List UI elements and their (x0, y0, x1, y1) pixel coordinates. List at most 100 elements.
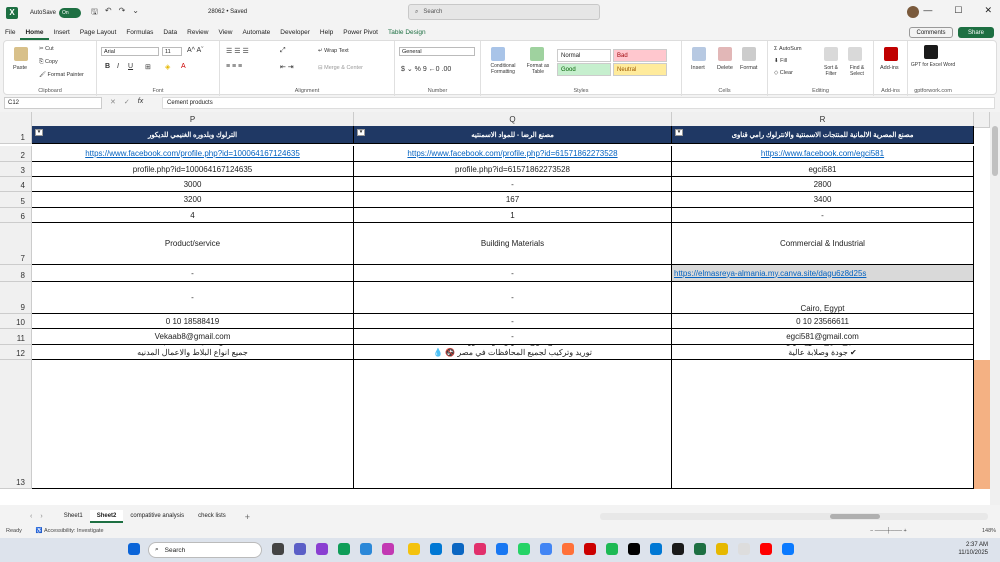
share-button[interactable]: Share (958, 27, 994, 38)
avatar[interactable] (907, 6, 919, 18)
style-normal[interactable]: Normal (557, 49, 611, 62)
app-icon[interactable] (316, 543, 328, 555)
spotify-icon[interactable] (606, 543, 618, 555)
find-select-button[interactable]: Find & Select (845, 65, 869, 77)
tab-developer[interactable]: Developer (275, 25, 315, 40)
sheet-nav-right-icon[interactable]: › (40, 513, 42, 520)
table-cell[interactable]: https://elmasreya-almania.my.canva.site/… (672, 265, 974, 282)
font-name-select[interactable]: Arial (101, 47, 159, 56)
insert-button[interactable]: Insert (691, 65, 705, 71)
vertical-scrollbar[interactable] (990, 112, 1000, 505)
style-good[interactable]: Good (557, 63, 611, 76)
sort-filter-button[interactable]: Sort & Filter (820, 65, 842, 77)
table-cell[interactable]: 2800 (672, 177, 974, 192)
teams-icon[interactable] (294, 543, 306, 555)
table-cell[interactable]: Commercial & Industrial (672, 223, 974, 265)
table-cell[interactable]: 1 (354, 208, 672, 223)
tab-insert[interactable]: Insert (49, 25, 75, 40)
row-header-6[interactable]: 6 (0, 208, 32, 223)
delete-button[interactable]: Delete (717, 65, 733, 71)
table-cell[interactable]: 167 (354, 192, 672, 208)
number-format-select[interactable]: General (399, 47, 475, 56)
row-header-1[interactable]: 1 (0, 126, 32, 144)
formula-input[interactable]: Cement products (162, 97, 995, 109)
addins-button[interactable]: Add-ins (880, 65, 899, 71)
chrome-icon[interactable] (540, 543, 552, 555)
format-as-table-icon[interactable] (530, 47, 544, 61)
taskbar-search[interactable]: ⌕ Search (148, 542, 262, 558)
row-header-2[interactable]: 2 (0, 146, 32, 162)
font-color-icon[interactable]: A (181, 63, 186, 70)
table-cell[interactable]: - (32, 265, 354, 282)
horizontal-scroll-thumb[interactable] (830, 514, 880, 519)
table-cell[interactable]: - (354, 177, 672, 192)
fx-icon[interactable]: fx (138, 98, 143, 106)
table-cell[interactable]: 0 10 23566611 (672, 314, 974, 329)
row-header-11[interactable]: 11 (0, 329, 32, 345)
row-header-13[interactable]: 13 (0, 360, 32, 489)
table-cell[interactable]: Vekaab8@gmail.com (32, 329, 354, 345)
row-header-7[interactable]: 7 (0, 223, 32, 265)
table-header[interactable]: مصنع الرضا - للمواد الاسمنتيه ▾ (354, 126, 672, 144)
store-icon[interactable] (382, 543, 394, 555)
accessibility-status[interactable]: ♿ Accessibility: Investigate (36, 528, 104, 534)
app-icon-4[interactable] (738, 543, 750, 555)
sheet-tab-sheet1[interactable]: Sheet1 (57, 510, 90, 523)
font-size-select[interactable]: 11 (162, 47, 182, 56)
grow-font-icon[interactable]: A^ Aˇ (187, 47, 204, 54)
currency-icon[interactable]: $ ⌄ % 9 ←0 .00 (401, 65, 451, 73)
undo-icon[interactable]: ↶ (105, 6, 112, 20)
filter-dropdown-icon[interactable]: ▾ (35, 129, 43, 136)
autosum-button[interactable]: Σ AutoSum (774, 46, 802, 52)
fill-button[interactable]: ⬇ Fill (774, 58, 787, 64)
sheet-tab-sheet2[interactable]: Sheet2 (89, 510, 124, 523)
zoom-level[interactable]: 148% (982, 528, 996, 534)
format-cells-icon[interactable] (742, 47, 756, 61)
edge-icon[interactable] (338, 543, 350, 555)
tab-data[interactable]: Data (158, 25, 182, 40)
powerbi-icon[interactable] (716, 543, 728, 555)
name-box[interactable]: C12 (4, 97, 102, 109)
firefox-icon[interactable] (562, 543, 574, 555)
merge-center-button[interactable]: ⊟ Merge & Center (318, 65, 363, 71)
tab-help[interactable]: Help (315, 25, 338, 40)
row-header-12[interactable]: 12 (0, 345, 32, 360)
gpt-icon[interactable] (924, 45, 938, 59)
orientation-icon[interactable]: ⤢ (280, 47, 286, 55)
style-bad[interactable]: Bad (613, 49, 667, 62)
row-header-4[interactable]: 4 (0, 177, 32, 192)
format-painter-button[interactable]: 🖌 Format Painter (39, 72, 84, 78)
filter-dropdown-icon[interactable]: ▾ (675, 129, 683, 136)
table-cell[interactable]: - (354, 329, 672, 345)
addins-icon[interactable] (884, 47, 898, 61)
tab-formulas[interactable]: Formulas (121, 25, 158, 40)
table-cell-description[interactable]: لجميع أنواع الانترلوك و البلدوراتتوريد و… (354, 345, 672, 360)
paste-button[interactable]: Paste (13, 65, 27, 71)
table-header[interactable]: الترلوك وبلدوره الغنيمي للديكور ▾ (32, 126, 354, 144)
table-cell[interactable]: - (354, 282, 672, 314)
document-title[interactable]: 28062 • Saved (208, 9, 247, 15)
start-icon[interactable] (128, 543, 140, 555)
app-icon-5[interactable] (782, 543, 794, 555)
conditional-formatting-button[interactable]: Conditional Formatting (484, 63, 522, 75)
whatsapp-icon[interactable] (518, 543, 530, 555)
table-cell[interactable]: Cairo, Egypt (672, 282, 974, 314)
table-cell[interactable]: - (354, 265, 672, 282)
fill-color-icon[interactable]: ◈ (165, 63, 170, 71)
app-icon-3[interactable] (672, 543, 684, 555)
tab-file[interactable]: File (0, 25, 20, 40)
row-header-9[interactable]: 9 (0, 282, 32, 314)
clear-button[interactable]: ◇ Clear (774, 70, 793, 76)
tab-power-pivot[interactable]: Power Pivot (338, 25, 383, 40)
sheet-nav-left-icon[interactable]: ‹ (30, 513, 32, 520)
delete-cells-icon[interactable] (718, 47, 732, 61)
copilot-icon[interactable] (360, 543, 372, 555)
wrap-text-button[interactable]: ↵ Wrap Text (318, 48, 349, 54)
table-cell-description[interactable]: الغنيمي جروب للانترلوك والبلدوره واعمال … (32, 345, 354, 360)
save-icon[interactable]: 🖫 (91, 6, 98, 20)
comments-button[interactable]: Comments (909, 27, 953, 38)
sheet-tab-compatitive-analysis[interactable]: compatitive analysis (123, 510, 191, 523)
table-cell[interactable]: Product/service (32, 223, 354, 265)
italic-icon[interactable]: I (117, 63, 119, 70)
table-cell[interactable]: - (672, 208, 974, 223)
